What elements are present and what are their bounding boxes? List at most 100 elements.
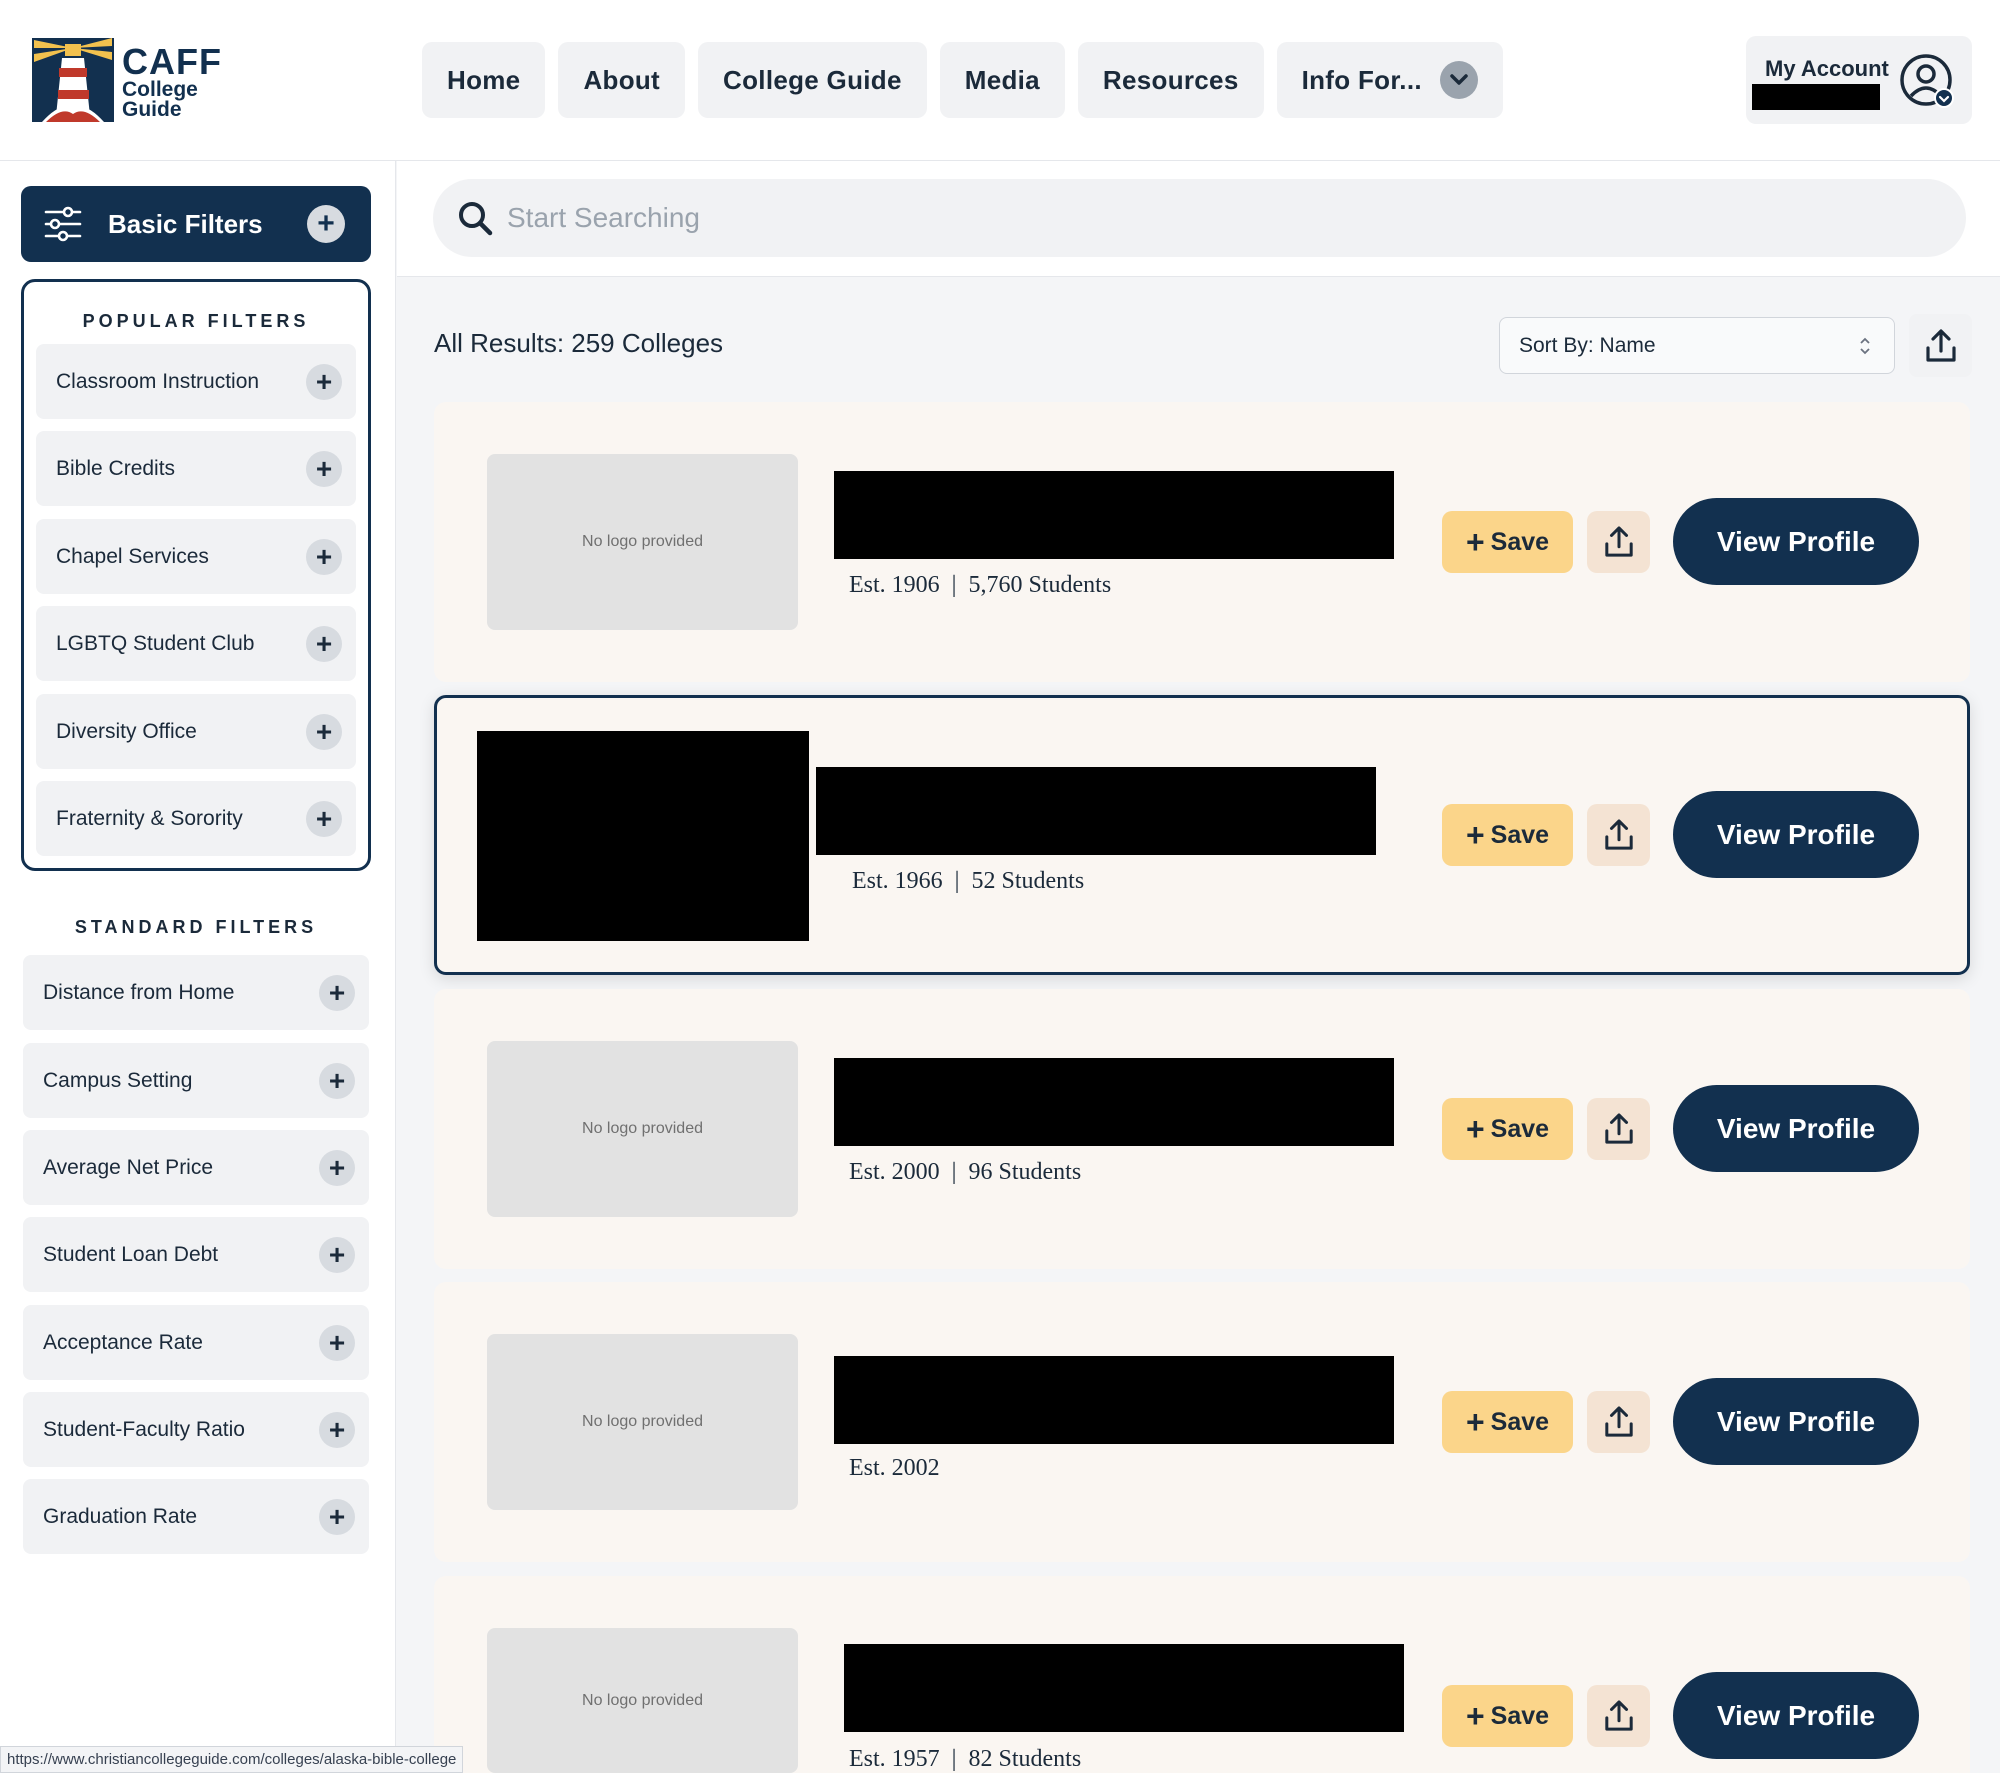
college-card: No logo provided Est. 1906 | 5,760 Student… bbox=[434, 402, 1970, 682]
meta-separator: | bbox=[951, 572, 957, 598]
meta-separator: | bbox=[951, 1746, 957, 1772]
college-est: Est. 1906 bbox=[849, 572, 940, 598]
plus-icon: + bbox=[319, 1498, 355, 1535]
search-bar-region bbox=[397, 161, 2000, 277]
filter-label: Classroom Instruction bbox=[56, 369, 260, 393]
share-upload-icon bbox=[1604, 526, 1633, 557]
plus-icon: + bbox=[306, 625, 342, 662]
save-button[interactable]: + Save bbox=[1442, 1391, 1573, 1453]
save-button[interactable]: + Save bbox=[1442, 1685, 1573, 1747]
logo-subtitle-2: Guide bbox=[122, 98, 182, 121]
share-button[interactable] bbox=[1587, 1685, 1650, 1747]
export-results-button[interactable] bbox=[1909, 314, 1972, 377]
filter-label: Fraternity & Sorority bbox=[56, 806, 243, 830]
plus-icon: + bbox=[306, 538, 342, 575]
no-logo-placeholder: No logo provided bbox=[487, 1334, 798, 1510]
nav-about[interactable]: About bbox=[558, 42, 686, 118]
search-input[interactable] bbox=[507, 189, 1907, 247]
link-preview-status-bar: https://www.christiancollegeguide.com/co… bbox=[0, 1746, 464, 1773]
college-meta: Est. 1906 | 5,760 Students bbox=[849, 572, 1111, 599]
filter-campus-setting[interactable]: Campus Setting + bbox=[23, 1043, 369, 1118]
college-meta: Est. 2002 bbox=[849, 1455, 940, 1482]
college-students: 52 Students bbox=[971, 868, 1085, 894]
save-label: Save bbox=[1490, 1407, 1550, 1436]
plus-icon: + bbox=[307, 205, 345, 243]
college-card: No logo provided Est. 2000 | 96 Students +… bbox=[434, 989, 1970, 1269]
user-avatar-icon bbox=[1900, 54, 1954, 108]
nav-home[interactable]: Home bbox=[422, 42, 546, 118]
sort-select[interactable]: Sort By: Name bbox=[1499, 317, 1895, 374]
filter-acceptance-rate[interactable]: Acceptance Rate + bbox=[23, 1305, 369, 1380]
filter-bible-credits[interactable]: Bible Credits + bbox=[36, 431, 356, 506]
logo-wordmark: CAFF College Guide bbox=[122, 41, 222, 121]
college-card: No logo provided Est. 1957 | 82 Students +… bbox=[434, 1576, 1970, 1773]
college-est: Est. 2000 bbox=[849, 1159, 940, 1185]
share-upload-icon bbox=[1604, 819, 1633, 850]
plus-icon: + bbox=[319, 1062, 355, 1099]
nav-media[interactable]: Media bbox=[939, 42, 1065, 118]
nav-info-for-label: Info For... bbox=[1301, 64, 1422, 95]
view-profile-label: View Profile bbox=[1716, 818, 1876, 850]
nav-info-for[interactable]: Info For... bbox=[1276, 42, 1503, 118]
nav-college-guide[interactable]: College Guide bbox=[698, 42, 927, 118]
view-profile-button[interactable]: View Profile bbox=[1673, 1672, 1919, 1759]
filter-label: Graduation Rate bbox=[43, 1504, 198, 1528]
filter-fraternity-sorority[interactable]: Fraternity & Sorority + bbox=[36, 781, 356, 856]
view-profile-label: View Profile bbox=[1716, 1699, 1876, 1731]
view-profile-button[interactable]: View Profile bbox=[1673, 1085, 1919, 1172]
filter-chapel-services[interactable]: Chapel Services + bbox=[36, 519, 356, 594]
search-box[interactable] bbox=[433, 179, 1966, 257]
filter-student-loan-debt[interactable]: Student Loan Debt + bbox=[23, 1217, 369, 1292]
save-button[interactable]: + Save bbox=[1442, 511, 1573, 573]
share-button[interactable] bbox=[1587, 511, 1650, 573]
filter-classroom-instruction[interactable]: Classroom Instruction + bbox=[36, 344, 356, 419]
filter-graduation-rate[interactable]: Graduation Rate + bbox=[23, 1479, 369, 1554]
standard-filters-title: STANDARD FILTERS bbox=[74, 917, 318, 937]
popular-filters-title: POPULAR FILTERS bbox=[82, 311, 310, 331]
share-button[interactable] bbox=[1587, 1098, 1650, 1160]
meta-separator: | bbox=[951, 1159, 957, 1185]
filter-label: Diversity Office bbox=[56, 719, 197, 743]
caff-logo[interactable]: CAFF College Guide bbox=[32, 38, 222, 122]
save-label: Save bbox=[1490, 1114, 1550, 1143]
college-name-redacted bbox=[816, 767, 1376, 855]
view-profile-button[interactable]: View Profile bbox=[1673, 498, 1919, 585]
nav-media-label: Media bbox=[964, 64, 1040, 95]
filter-average-net-price[interactable]: Average Net Price + bbox=[23, 1130, 369, 1205]
results-count: All Results: 259 Colleges bbox=[434, 328, 724, 358]
plus-icon: + bbox=[306, 363, 342, 400]
view-profile-button[interactable]: View Profile bbox=[1673, 1378, 1919, 1465]
save-button[interactable]: + Save bbox=[1442, 804, 1573, 866]
share-button[interactable] bbox=[1587, 804, 1650, 866]
logo-title: CAFF bbox=[122, 41, 222, 82]
logo-subtitle-1: College bbox=[122, 78, 198, 101]
college-logo-redacted bbox=[477, 731, 809, 941]
filter-label: Bible Credits bbox=[56, 456, 176, 480]
college-card: No logo provided Est. 2002 + Save View Pr… bbox=[434, 1282, 1970, 1562]
save-label: Save bbox=[1490, 820, 1550, 849]
save-label: Save bbox=[1490, 1701, 1550, 1730]
my-account-button[interactable]: My Account bbox=[1746, 36, 1972, 124]
college-est: Est. 1966 bbox=[852, 868, 943, 894]
filter-distance-from-home[interactable]: Distance from Home + bbox=[23, 955, 369, 1030]
filter-diversity-office[interactable]: Diversity Office + bbox=[36, 694, 356, 769]
nav-resources[interactable]: Resources bbox=[1077, 42, 1264, 118]
plus-icon: + bbox=[1465, 1698, 1485, 1734]
no-logo-placeholder: No logo provided bbox=[487, 1628, 798, 1773]
filter-label: Chapel Services bbox=[56, 544, 209, 568]
sliders-icon bbox=[44, 206, 82, 242]
save-button[interactable]: + Save bbox=[1442, 1098, 1573, 1160]
filter-label: Acceptance Rate bbox=[43, 1330, 203, 1354]
filter-student-faculty-ratio[interactable]: Student-Faculty Ratio + bbox=[23, 1392, 369, 1467]
plus-icon: + bbox=[319, 1236, 355, 1273]
share-button[interactable] bbox=[1587, 1391, 1650, 1453]
save-label: Save bbox=[1490, 527, 1550, 556]
filter-label: Student Loan Debt bbox=[43, 1242, 219, 1266]
view-profile-button[interactable]: View Profile bbox=[1673, 791, 1919, 878]
filter-label: Student-Faculty Ratio bbox=[43, 1417, 245, 1441]
plus-icon: + bbox=[319, 1324, 355, 1361]
college-meta: Est. 2000 | 96 Students bbox=[849, 1159, 1081, 1186]
basic-filters-toggle[interactable]: Basic Filters + bbox=[21, 186, 371, 262]
filter-label: Distance from Home bbox=[43, 980, 235, 1004]
filter-lgbtq-student-club[interactable]: LGBTQ Student Club + bbox=[36, 606, 356, 681]
